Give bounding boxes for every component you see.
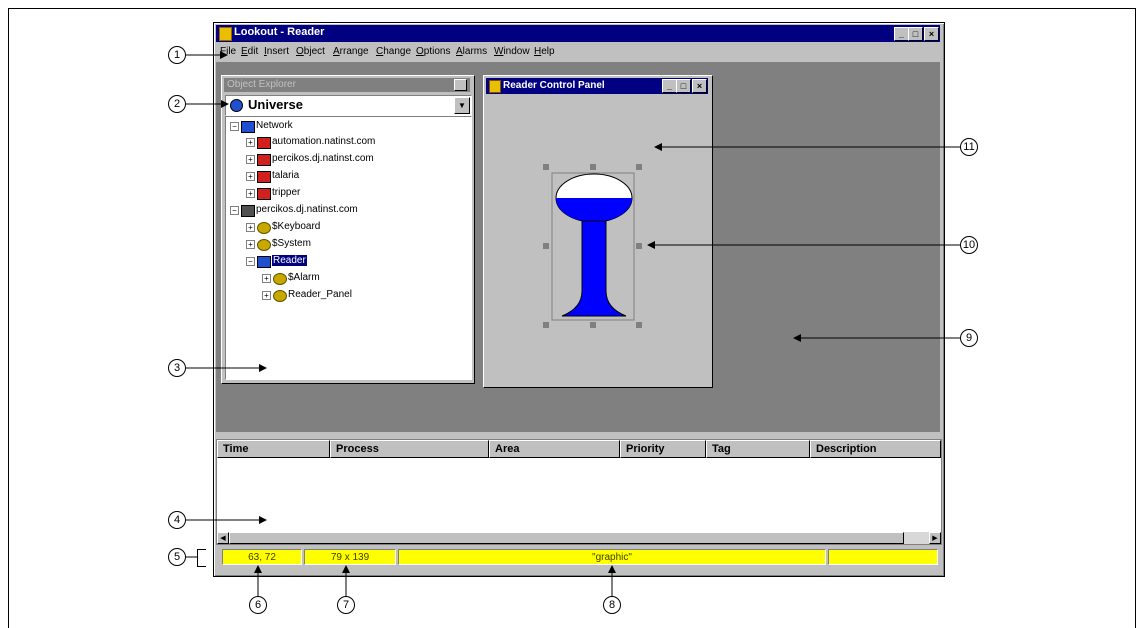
status-bar-bracket <box>197 549 206 567</box>
callout-overlay <box>186 51 960 596</box>
callout-11: 11 <box>960 138 978 156</box>
callout-2: 2 <box>168 95 186 113</box>
callout-1: 1 <box>168 46 186 64</box>
callout-9: 9 <box>960 329 978 347</box>
callout-4: 4 <box>168 511 186 529</box>
callout-7: 7 <box>337 596 355 614</box>
callout-6: 6 <box>249 596 267 614</box>
callout-10: 10 <box>960 236 978 254</box>
callout-5: 5 <box>168 548 186 566</box>
callout-3: 3 <box>168 359 186 377</box>
callout-8: 8 <box>603 596 621 614</box>
